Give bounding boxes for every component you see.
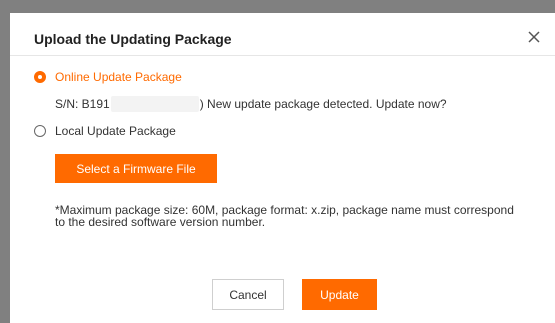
local-update-radio[interactable] [34,125,46,137]
serial-number-line: S/N: B191 ) New update package detected.… [55,96,447,112]
local-update-label: Local Update Package [55,124,176,138]
update-button[interactable]: Update [302,279,377,310]
package-note: *Maximum package size: 60M, package form… [55,203,514,229]
cancel-button[interactable]: Cancel [212,279,284,310]
serial-redacted [110,96,199,112]
dialog-title: Upload the Updating Package [34,31,232,47]
select-firmware-button[interactable]: Select a Firmware File [55,154,217,183]
online-update-option[interactable]: Online Update Package [34,70,182,84]
local-update-option[interactable]: Local Update Package [34,124,176,138]
update-detected-text: ) New update package detected. Update no… [199,97,447,111]
online-update-radio[interactable] [34,71,46,83]
upload-dialog: Upload the Updating Package Online Updat… [10,13,555,323]
online-update-label: Online Update Package [55,70,182,84]
serial-prefix: S/N: B191 [55,97,110,111]
close-icon[interactable] [525,28,543,46]
dialog-header: Upload the Updating Package [10,13,555,56]
